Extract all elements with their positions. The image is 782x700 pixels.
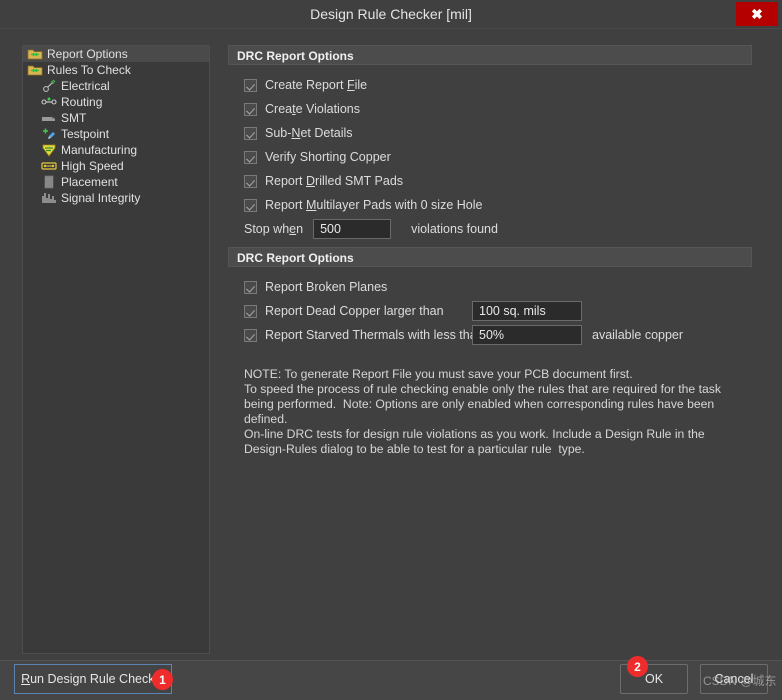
signal-integrity-icon xyxy=(41,191,57,205)
input-report-dead-copper-larger-than[interactable] xyxy=(472,301,582,321)
annotation-badge-2: 2 xyxy=(627,656,648,677)
option-trailing-label: violations found xyxy=(411,222,498,236)
sidebar-item-placement[interactable]: Placement xyxy=(23,174,209,190)
input-report-starved-thermals-with-less-than[interactable] xyxy=(472,325,582,345)
input-stop-when[interactable] xyxy=(313,219,392,239)
sidebar-item-label: Electrical xyxy=(61,79,110,93)
smt-icon xyxy=(41,111,57,125)
checkbox-create-report-file[interactable] xyxy=(244,78,257,92)
group-header: DRC Report Options xyxy=(228,247,752,267)
option-row: Create Report File xyxy=(228,73,752,97)
option-row: Report Dead Copper larger than xyxy=(228,299,752,323)
note-line: On-line DRC tests for design rule violat… xyxy=(244,427,705,441)
option-row: Create Violations xyxy=(228,97,752,121)
electrical-icon xyxy=(41,79,57,93)
sidebar-item-report-options[interactable]: Report Options xyxy=(23,46,209,62)
manufacturing-icon xyxy=(41,143,57,157)
checkbox-report-multilayer-pads-with-0-size-hole[interactable] xyxy=(244,198,257,212)
option-label: Report Starved Thermals with less than xyxy=(265,328,484,342)
option-label: Sub-Net Details xyxy=(265,126,353,140)
option-label: Stop when xyxy=(244,222,304,236)
note-line: Design-Rules dialog to be able to test f… xyxy=(244,442,585,456)
placement-icon xyxy=(41,175,57,189)
sidebar-item-label: Routing xyxy=(61,95,103,109)
option-label: Verify Shorting Copper xyxy=(265,150,391,164)
checkbox-report-drilled-smt-pads[interactable] xyxy=(244,174,257,188)
close-icon[interactable]: ✖ xyxy=(736,2,778,26)
annotation-badge-1: 1 xyxy=(152,669,173,690)
sidebar-item-high-speed[interactable]: High Speed xyxy=(23,158,209,174)
group-header: DRC Report Options xyxy=(228,45,752,65)
option-label: Report Drilled SMT Pads xyxy=(265,174,404,188)
note-line: NOTE: To generate Report File you must s… xyxy=(244,367,633,381)
sidebar-item-signal-integrity[interactable]: Signal Integrity xyxy=(23,190,209,206)
sidebar-item-label: Report Options xyxy=(47,47,128,61)
checkbox-report-starved-thermals-with-less-than[interactable] xyxy=(244,328,257,342)
note-text: NOTE: To generate Report File you must s… xyxy=(244,367,734,457)
navigation-tree: Report Options Rules To Check Electrical Ro… xyxy=(22,45,210,654)
group-body: Create Report File Create Violations Sub-N… xyxy=(228,65,752,247)
run-button-label: Run Design Rule Check... xyxy=(21,672,165,686)
sidebar-item-label: Signal Integrity xyxy=(61,191,141,205)
run-design-rule-check-button[interactable]: Run Design Rule Check... xyxy=(14,664,172,694)
sidebar-item-label: SMT xyxy=(61,111,87,125)
note-line: defined. xyxy=(244,412,288,426)
sidebar-item-label: Manufacturing xyxy=(61,143,138,157)
checkbox-create-violations[interactable] xyxy=(244,102,257,116)
testpoint-icon xyxy=(41,127,57,141)
cancel-button[interactable]: Cancel xyxy=(700,664,768,694)
sidebar-item-label: High Speed xyxy=(61,159,124,173)
routing-icon xyxy=(41,95,57,109)
sidebar-item-label: Testpoint xyxy=(61,127,110,141)
dialog-body: Report Options Rules To Check Electrical Ro… xyxy=(0,28,782,661)
sidebar-item-label: Rules To Check xyxy=(47,63,131,77)
design-rule-checker-dialog: Design Rule Checker [mil] ✖ Report Optio… xyxy=(0,0,782,700)
option-row: Report Drilled SMT Pads xyxy=(228,169,752,193)
option-row: Verify Shorting Copper xyxy=(228,145,752,169)
folder-arrows-icon xyxy=(27,47,43,61)
options-pane: DRC Report Options Create Report File Crea… xyxy=(228,45,752,652)
group-body: Report Broken Planes Report Dead Copper l… xyxy=(228,267,752,353)
checkbox-report-broken-planes[interactable] xyxy=(244,280,257,294)
option-row: Sub-Net Details xyxy=(228,121,752,145)
note-line: being performed. Note: Options are only … xyxy=(244,397,715,411)
note-line: To speed the process of rule checking en… xyxy=(244,382,721,396)
option-label: Report Broken Planes xyxy=(265,280,388,294)
sidebar-item-manufacturing[interactable]: Manufacturing xyxy=(23,142,209,158)
option-label: Report Multilayer Pads with 0 size Hole xyxy=(265,198,483,212)
checkbox-report-dead-copper-larger-than[interactable] xyxy=(244,304,257,318)
option-label: Create Report File xyxy=(265,78,368,92)
option-label: Create Violations xyxy=(265,102,360,116)
option-row: Report Starved Thermals with less than av… xyxy=(228,323,752,347)
sidebar-item-label: Placement xyxy=(61,175,118,189)
option-trailing-label: available copper xyxy=(592,328,684,342)
option-row: Report Broken Planes xyxy=(228,275,752,299)
checkbox-sub-net-details[interactable] xyxy=(244,126,257,140)
sidebar-item-testpoint[interactable]: Testpoint xyxy=(23,126,209,142)
sidebar-item-routing[interactable]: Routing xyxy=(23,94,209,110)
high-speed-icon xyxy=(41,159,57,173)
folder-arrows-icon xyxy=(27,63,43,77)
sidebar-item-electrical[interactable]: Electrical xyxy=(23,78,209,94)
checkbox-verify-shorting-copper[interactable] xyxy=(244,150,257,164)
window-title: Design Rule Checker [mil] xyxy=(310,6,472,22)
sidebar-item-rules-to-check[interactable]: Rules To Check xyxy=(23,62,209,78)
option-row: Report Multilayer Pads with 0 size Hole xyxy=(228,193,752,217)
option-label: Report Dead Copper larger than xyxy=(265,304,444,318)
option-row: Stop when violations found xyxy=(228,217,752,241)
title-bar: Design Rule Checker [mil] ✖ xyxy=(0,0,782,28)
sidebar-item-smt[interactable]: SMT xyxy=(23,110,209,126)
